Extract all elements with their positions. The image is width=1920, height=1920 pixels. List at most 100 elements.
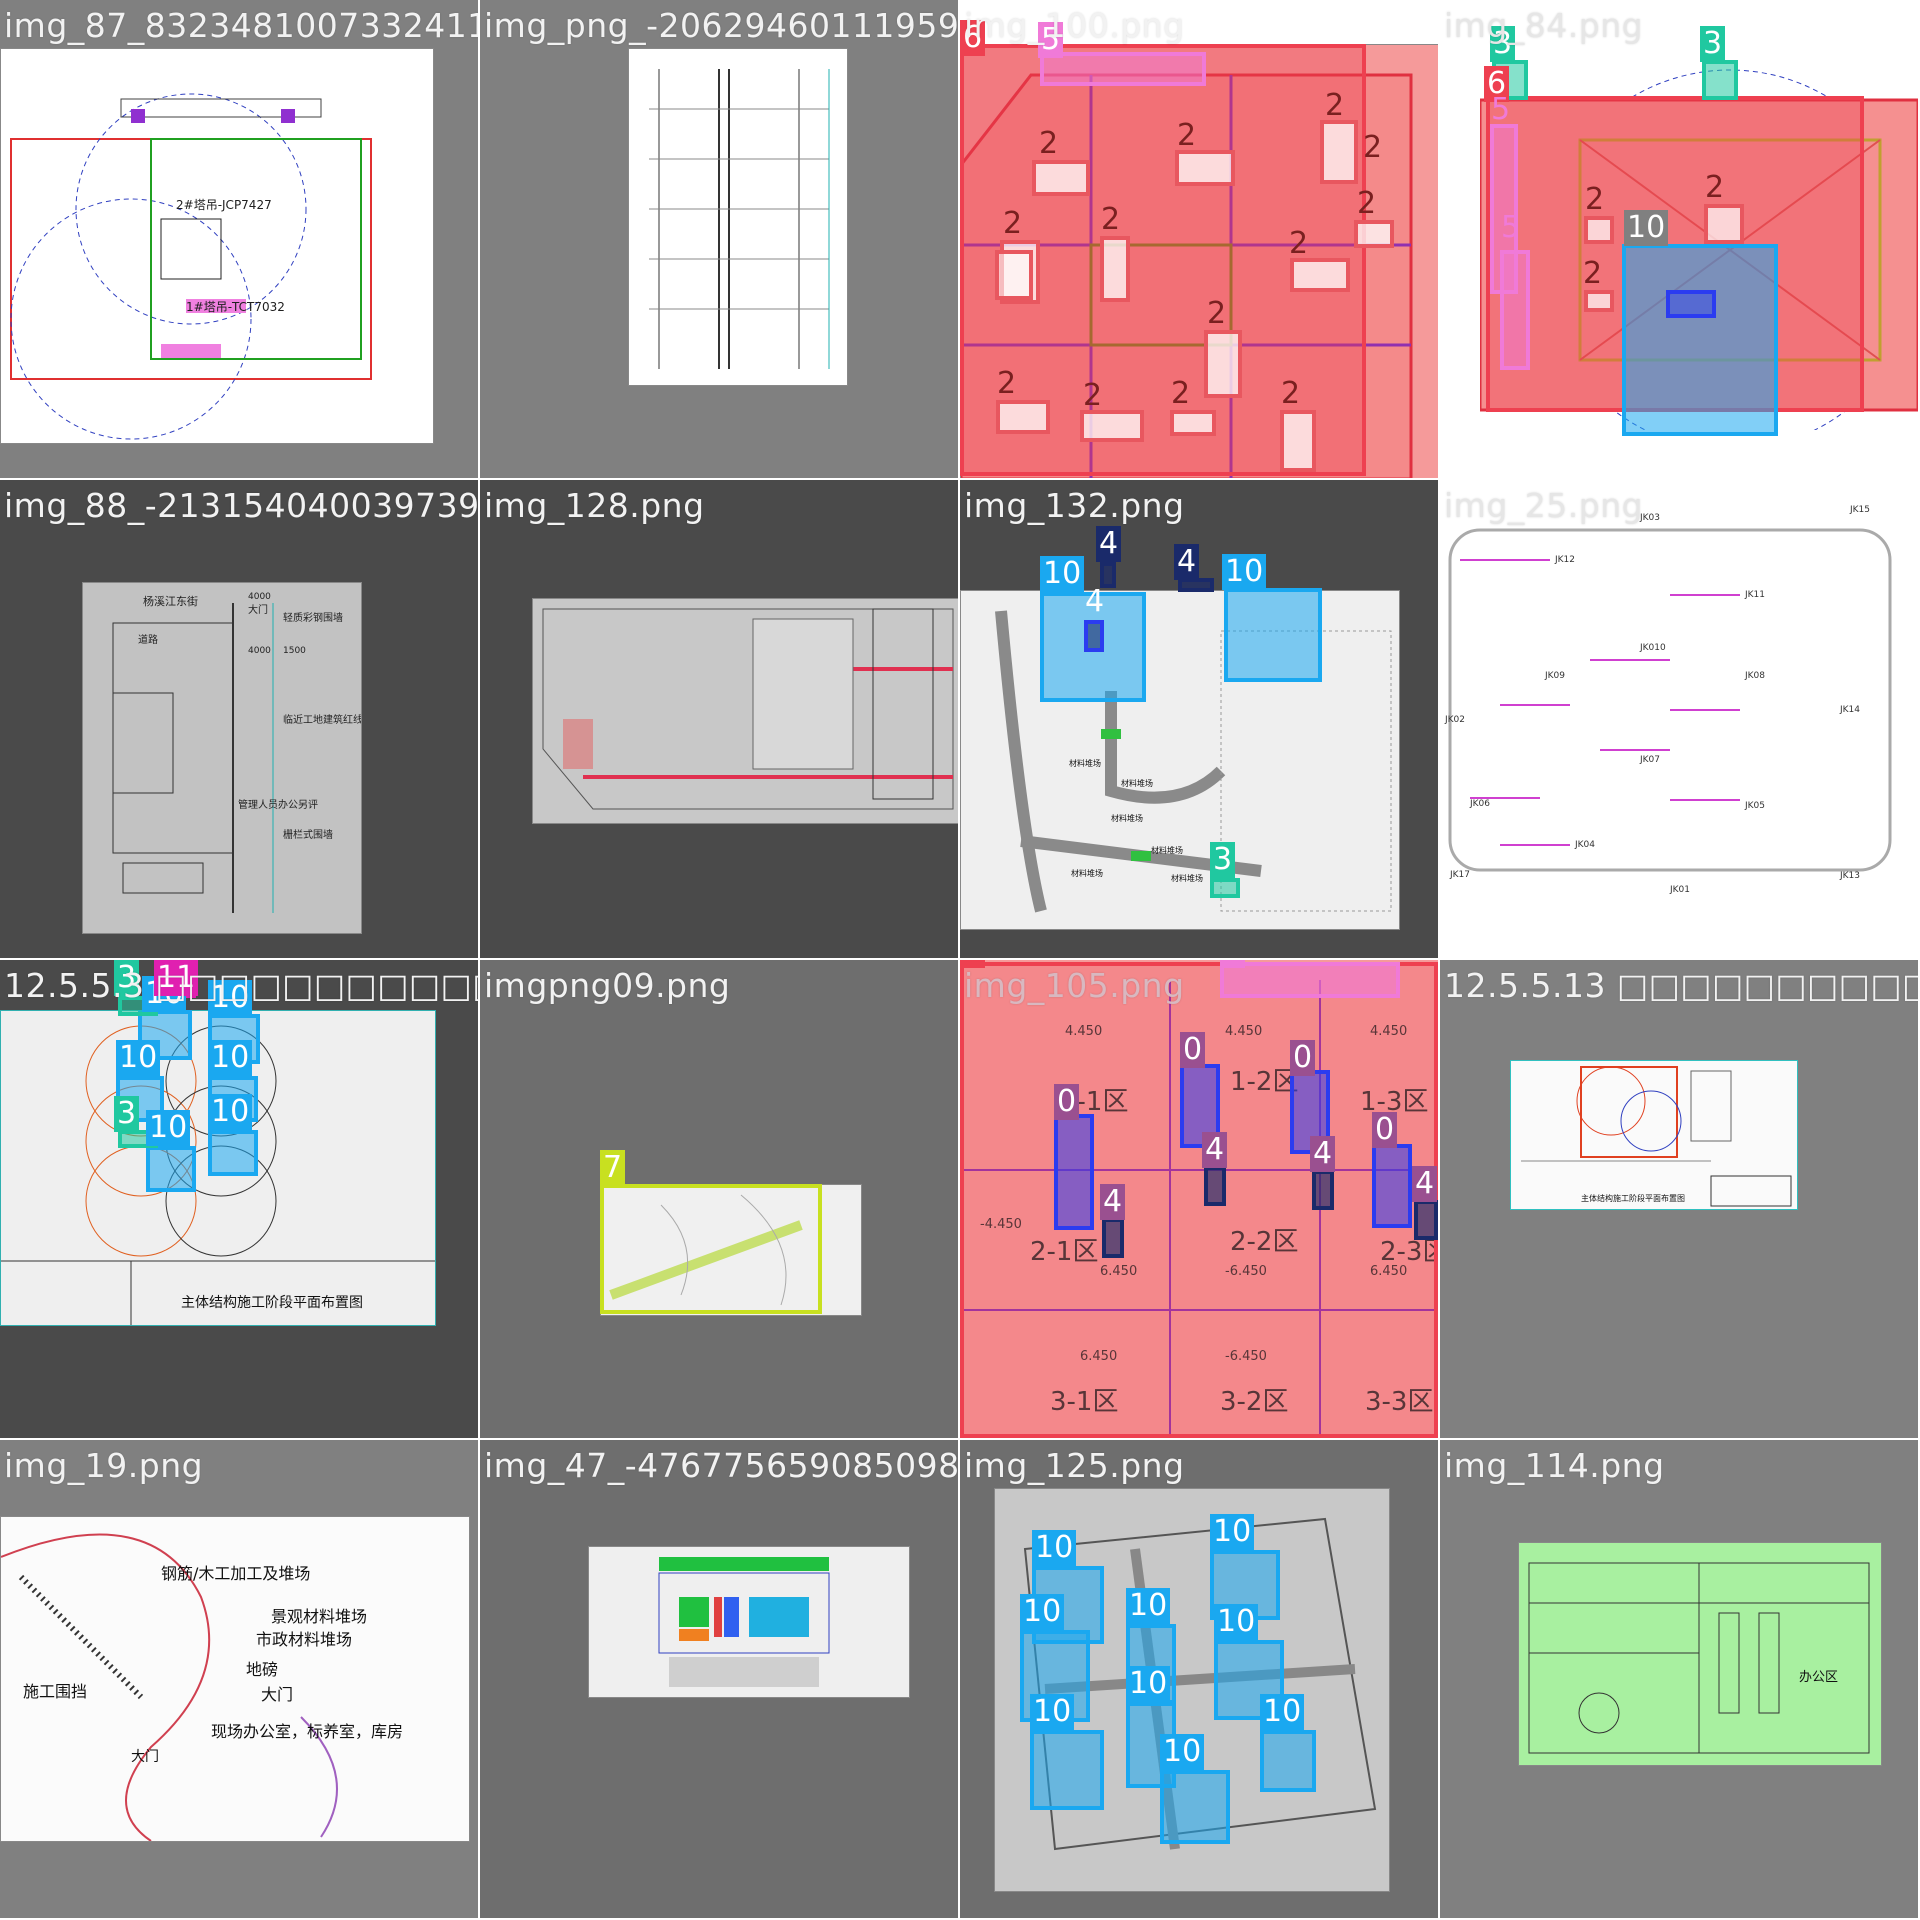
- monitor-point-label: JK04: [1574, 840, 1595, 850]
- detection-box-class-3: [1702, 60, 1738, 100]
- tile-title: img_114.png: [1444, 1446, 1665, 1485]
- mosaic-tile: img_128.png: [480, 480, 958, 958]
- monitor-point-label: JK11: [1744, 590, 1765, 600]
- detection-label-2: 2: [1289, 226, 1309, 261]
- detection-label-0: 0: [1290, 1040, 1316, 1076]
- monitor-point-label: JK010: [1639, 643, 1666, 653]
- detection-label-10: 10: [116, 1040, 161, 1076]
- material-label: 材料堆场: [1069, 758, 1101, 768]
- detection-label-2: 2: [1207, 296, 1227, 331]
- detection-box-class-2: [995, 250, 1033, 300]
- site-plan-image: 2#塔吊-JCP7427 1#塔吊-TCT7032: [0, 48, 434, 444]
- detection-box-class-2: [1032, 160, 1090, 196]
- mosaic-tile: 材料堆场 材料堆场 材料堆场 材料堆场 材料堆场 材料堆场 10 10 4 4 …: [960, 480, 1438, 958]
- tile-title: img_84.png: [1444, 6, 1644, 45]
- mosaic-tile: 办公区 img_114.png: [1440, 1440, 1918, 1918]
- detection-box-class-2: [1584, 216, 1614, 244]
- detection-label-2: 2: [1281, 376, 1301, 411]
- office-area-label: 办公区: [1799, 1670, 1838, 1685]
- crane-label: 2#塔吊-JCP7427: [176, 198, 272, 212]
- detection-label-4: 4: [1096, 526, 1122, 562]
- office-layout-image: 办公区: [1518, 1542, 1882, 1766]
- mosaic-tile: img_47_-4767756590850986587.png: [480, 1440, 958, 1918]
- detection-box-class-2: [1290, 258, 1350, 292]
- tile-title: img_125.png: [964, 1446, 1185, 1485]
- fence-label: 轻质彩钢围墙: [283, 611, 343, 624]
- detection-label-2: 2: [1583, 256, 1603, 291]
- mosaic-tile: 7 imgpng09.png: [480, 960, 958, 1438]
- crane-label: 1#塔吊-TCT7032: [186, 300, 285, 314]
- monitor-point-label: JK07: [1639, 755, 1660, 765]
- annotation-label: 大门: [131, 1749, 159, 1765]
- detection-label-4: 4: [1310, 1136, 1336, 1172]
- road-label: 道路: [138, 633, 158, 646]
- detection-box-class-5: [1040, 52, 1206, 86]
- monitor-point-label: JK02: [1444, 715, 1465, 725]
- tile-title: 12.5.5.3 □□□□□□□□□□□□□□: [4, 966, 478, 1005]
- detection-box-class-10: [1622, 244, 1778, 436]
- tile-title: imgpng09.png: [484, 966, 731, 1005]
- detection-box-class-10: [1030, 1730, 1104, 1810]
- detection-label-2: 2: [997, 366, 1017, 401]
- mosaic-tile: 10 10 10 10 10 10 10 10 10 img_125.png: [960, 1440, 1438, 1918]
- monitoring-plan-image: JK03 JK15 JK12 JK11 JK010 JK09 JK08 JK14…: [1440, 500, 1918, 940]
- street-label: 杨溪江东街: [143, 594, 198, 608]
- detection-box-class-10: [1160, 1770, 1230, 1844]
- detection-box-class-5: [1500, 250, 1530, 370]
- tile-title: img_87_8323481007332411459.png: [4, 6, 478, 45]
- material-label: 材料堆场: [1171, 873, 1203, 883]
- tile-title: img_132.png: [964, 486, 1185, 525]
- detection-label-4: 4: [1085, 584, 1105, 619]
- detection-box-class-2: [1354, 220, 1394, 248]
- detection-label-2: 2: [1325, 88, 1345, 123]
- annotation-label: 地磅: [246, 1660, 278, 1679]
- detection-box-class-2: [1320, 120, 1358, 184]
- tile-title: img_100.png: [964, 6, 1185, 45]
- detection-label-10: 10: [1126, 1666, 1171, 1702]
- detection-label-10: 10: [1032, 1530, 1077, 1566]
- detection-label-10: 10: [1160, 1734, 1205, 1770]
- detection-label-3: 3: [1210, 842, 1236, 878]
- detection-label-2: 2: [1171, 376, 1191, 411]
- detection-box-class-2: [996, 400, 1050, 434]
- site-plan-image: 钢筋/木工加工及堆场 景观材料堆场 市政材料堆场 地磅 大门 现场办公室，标养室…: [0, 1516, 470, 1842]
- detection-box-class-10: [146, 1146, 196, 1192]
- monitor-point-label: JK13: [1839, 871, 1860, 881]
- tile-title: img_88_-2131540400397391309.png: [4, 486, 478, 525]
- layout-drawing-image: 杨溪江东街 轻质彩钢围墙 临近工地建筑红线 管理人员办公另评 栅栏式围墙 400…: [82, 582, 362, 934]
- detection-box-class-4: [1312, 1170, 1334, 1210]
- detection-box-class-2: [1100, 236, 1130, 302]
- detection-label-2: 2: [1177, 118, 1197, 153]
- detection-label-10: 10: [1126, 1588, 1171, 1624]
- material-label: 材料堆场: [1151, 845, 1183, 855]
- monitor-point-label: JK05: [1744, 801, 1765, 811]
- material-label: 材料堆场: [1071, 868, 1103, 878]
- dimension-label: 1500: [283, 646, 306, 656]
- annotation-label: 景观材料堆场: [271, 1607, 367, 1626]
- office-label: 管理人员办公另评: [238, 798, 318, 811]
- detection-box-class-2: [1080, 410, 1144, 442]
- detection-box-class-10: [208, 1130, 258, 1176]
- site-layout-image: [588, 1546, 910, 1698]
- detection-label-3: 3: [114, 1096, 140, 1132]
- annotation-label: 大门: [261, 1685, 293, 1704]
- detection-label-7: 7: [600, 1150, 626, 1186]
- mosaic-tile: JK03 JK15 JK12 JK11 JK010 JK09 JK08 JK14…: [1440, 480, 1918, 958]
- monitor-point-label: JK17: [1449, 870, 1470, 880]
- mosaic-tile: img_png_-2062946011195963354.png: [480, 0, 958, 478]
- detection-label-2: 2: [1003, 206, 1023, 241]
- tile-title: img_19.png: [4, 1446, 204, 1485]
- detection-box-class-0: [1054, 1114, 1094, 1230]
- detection-label-0: 0: [1054, 1084, 1080, 1120]
- monitor-point-label: JK12: [1554, 555, 1575, 565]
- drawing-caption: 主体结构施工阶段平面布置图: [1581, 1193, 1685, 1203]
- detection-box-class-0: [1372, 1144, 1412, 1228]
- detection-label-5: 5: [1491, 92, 1511, 127]
- monitor-point-label: JK01: [1669, 885, 1690, 895]
- tile-title: img_47_-4767756590850986587.png: [484, 1446, 958, 1485]
- mosaic-tile: 主体结构施工阶段平面布置图 10 10 10 10 10 10 3 11 3 1…: [0, 960, 478, 1438]
- tile-title: img_128.png: [484, 486, 705, 525]
- detection-label-0: 0: [1372, 1112, 1398, 1148]
- detection-label-10: 10: [1260, 1694, 1305, 1730]
- layout-plan-image: 主体结构施工阶段平面布置图: [1510, 1060, 1798, 1210]
